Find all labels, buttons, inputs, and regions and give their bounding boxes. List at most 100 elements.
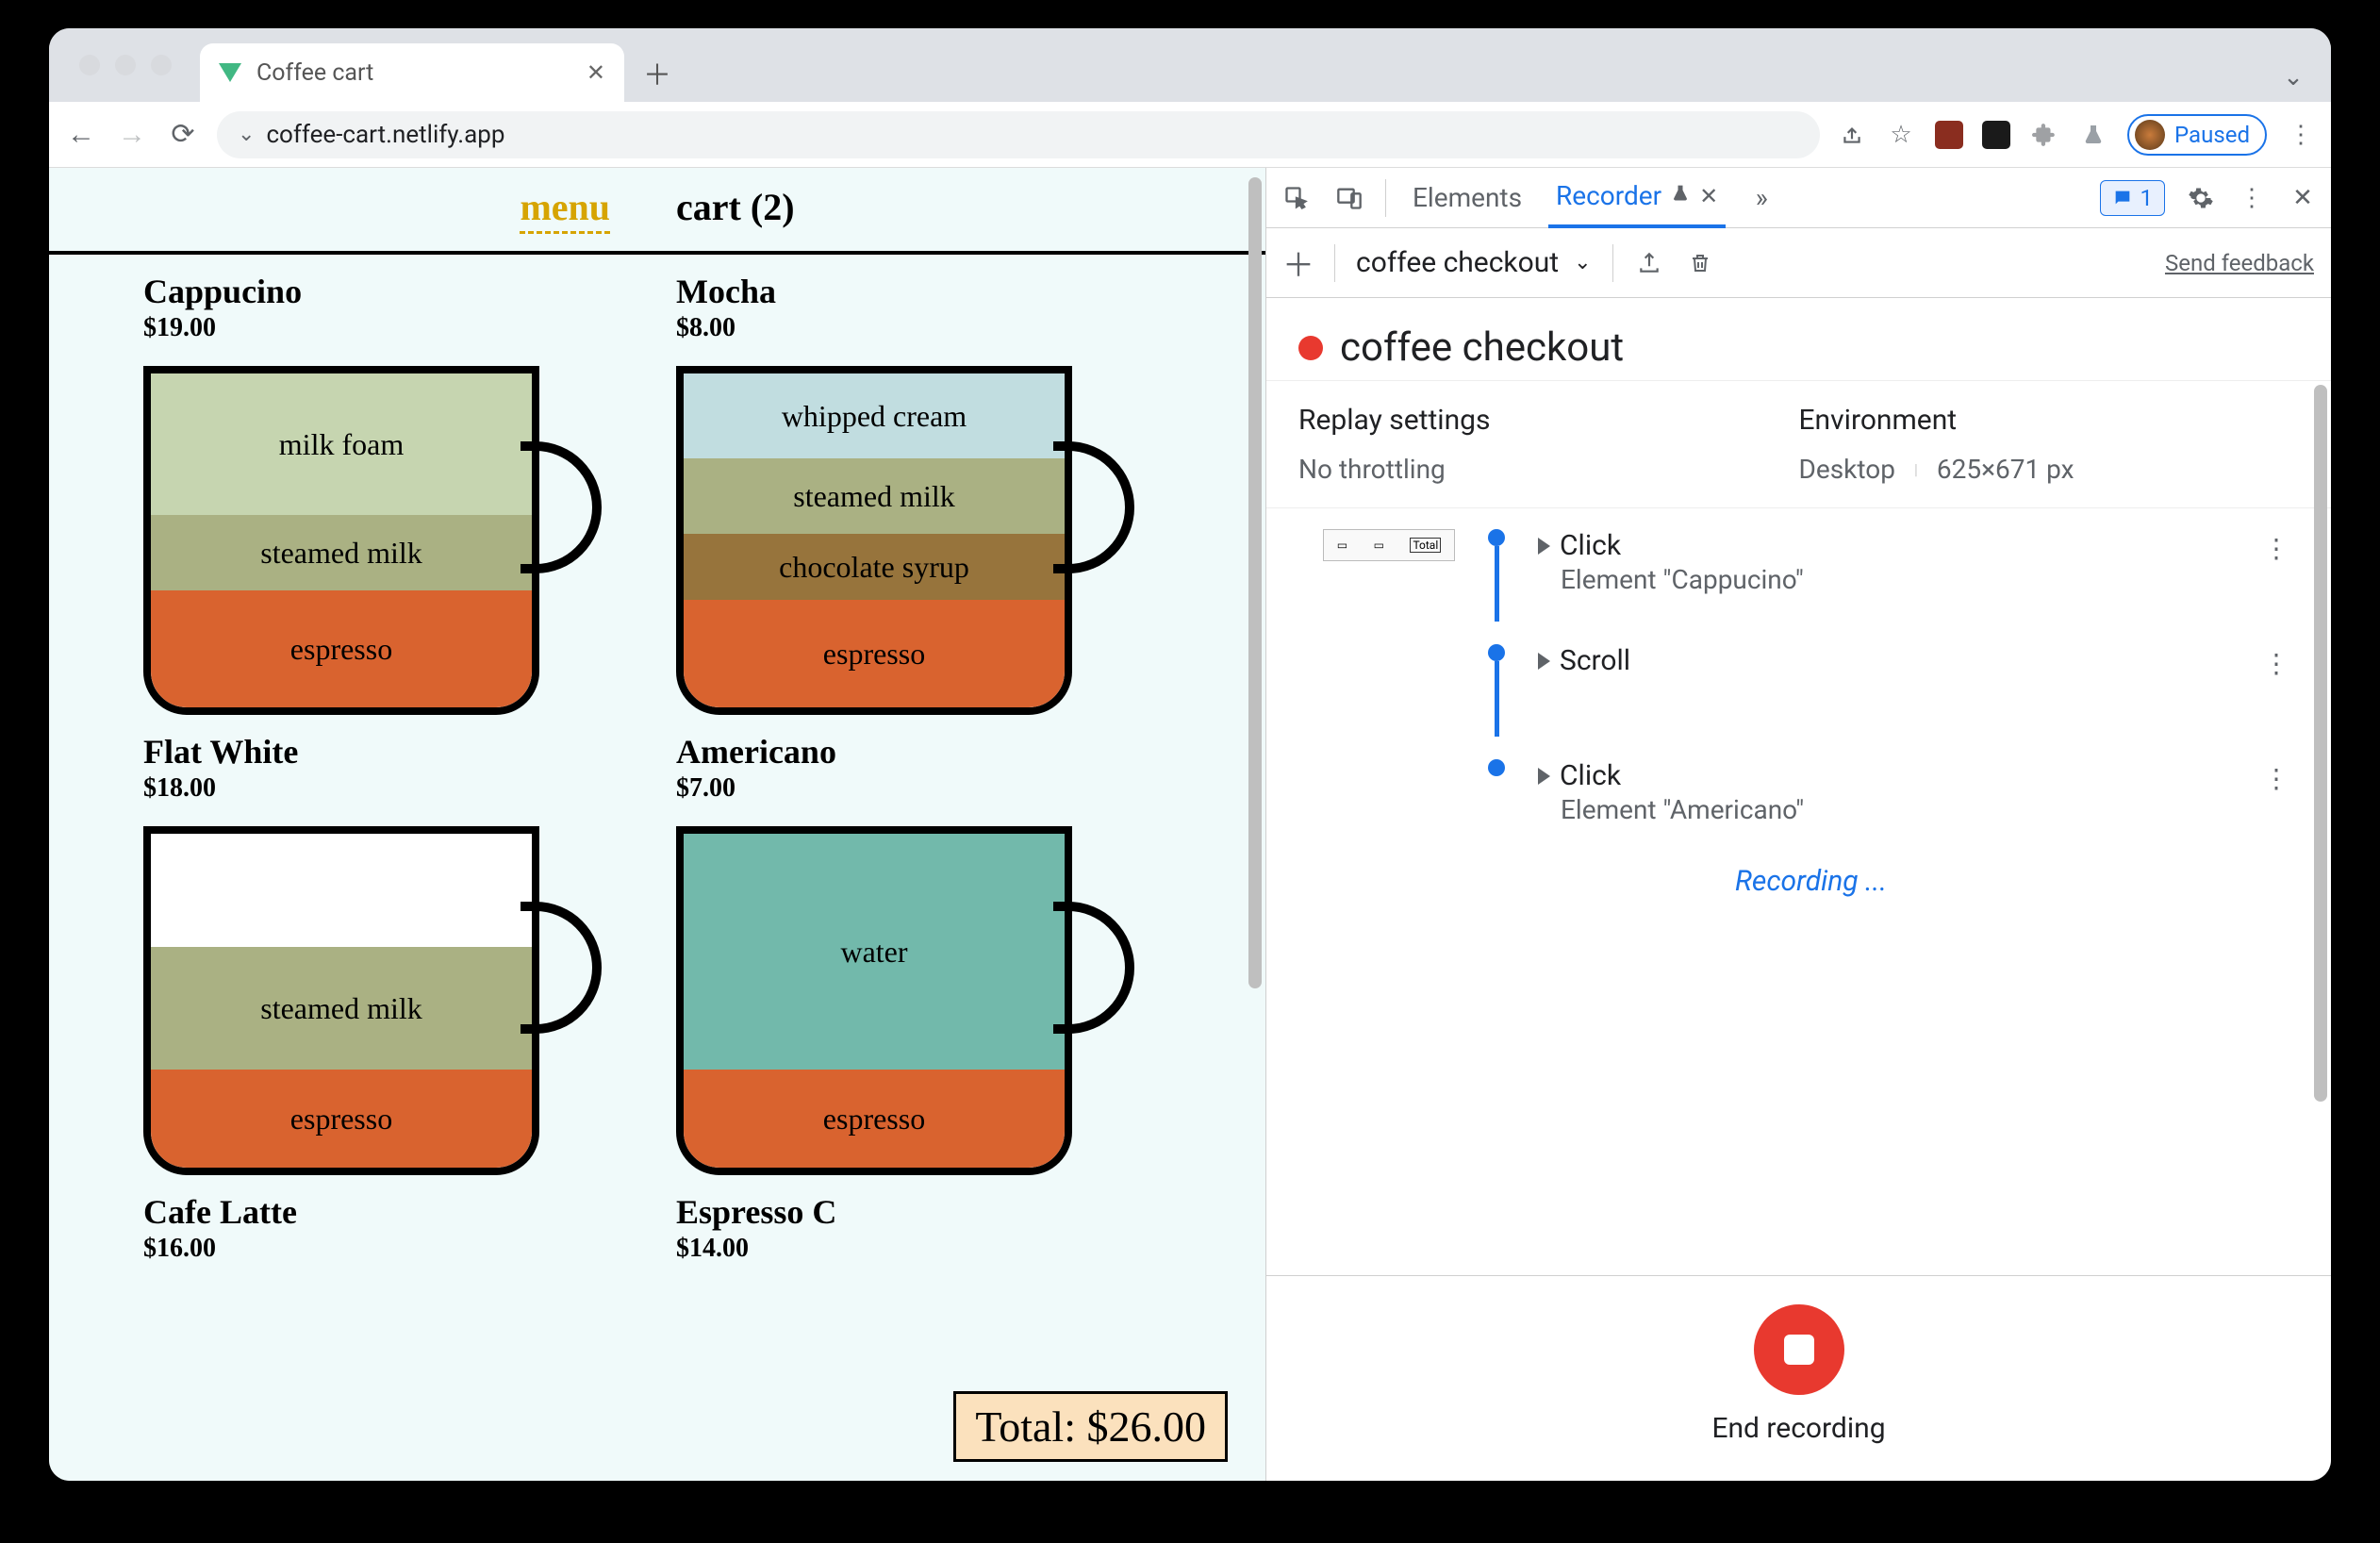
- devtools-scrollbar[interactable]: [2310, 234, 2327, 1462]
- chevron-down-icon[interactable]: ⌄: [2278, 62, 2308, 92]
- step-row[interactable]: Scroll ⋮: [1323, 633, 2299, 748]
- step-row[interactable]: Click Element "Americano" ⋮: [1323, 748, 2299, 837]
- tab-recorder[interactable]: Recorder ✕: [1548, 167, 1726, 228]
- back-button[interactable]: ←: [64, 118, 98, 152]
- product-price: $14.00: [676, 1234, 1171, 1264]
- product-card: Americano $7.00 waterespresso: [676, 732, 1171, 1175]
- address-bar[interactable]: ⌄ coffee-cart.netlify.app: [217, 111, 1820, 158]
- recording-selector[interactable]: coffee checkout ⌄: [1356, 246, 1592, 279]
- product-card: Espresso C $14.00: [676, 1192, 1171, 1277]
- chevron-down-icon: ⌄: [1574, 251, 1591, 274]
- kebab-menu-icon[interactable]: ⋮: [2286, 120, 2316, 150]
- product-name: Mocha: [676, 272, 1171, 311]
- minimize-window-icon[interactable]: [115, 55, 136, 75]
- step-row[interactable]: ▭▭Total Click Element "Cappucino" ⋮: [1323, 518, 2299, 633]
- bookmark-icon[interactable]: ☆: [1886, 120, 1916, 150]
- product-price: $7.00: [676, 773, 1171, 804]
- new-tab-button[interactable]: ＋: [634, 49, 681, 96]
- product-grid: Cappucino $19.00 milk foamsteamed milkes…: [49, 255, 1265, 1277]
- send-feedback-link[interactable]: Send feedback: [2165, 250, 2314, 276]
- recording-header: coffee checkout: [1266, 298, 2331, 381]
- cup-graphic[interactable]: waterespresso: [676, 817, 1129, 1175]
- cup-layer: water: [684, 834, 1065, 1070]
- settings-icon[interactable]: [2186, 183, 2216, 213]
- cup-layer: [151, 834, 532, 947]
- product-card: Cafe Latte $16.00: [143, 1192, 638, 1277]
- page-nav: menu cart (2): [49, 168, 1265, 255]
- close-tab-icon[interactable]: ✕: [587, 59, 605, 86]
- devtools-menu-icon[interactable]: ⋮: [2237, 183, 2267, 213]
- recording-status: Recording ...: [1323, 837, 2299, 936]
- device-toggle-icon[interactable]: [1332, 181, 1366, 215]
- product-price: $16.00: [143, 1234, 638, 1264]
- end-recording-button[interactable]: [1754, 1304, 1844, 1395]
- product-name: Cappucino: [143, 272, 638, 311]
- messages-badge[interactable]: 1: [2100, 180, 2166, 216]
- more-tabs-icon[interactable]: »: [1744, 181, 1778, 215]
- close-devtools-icon[interactable]: ✕: [2288, 183, 2318, 213]
- tab-elements[interactable]: Elements: [1405, 169, 1529, 226]
- export-icon[interactable]: [1634, 248, 1664, 278]
- nav-cart-link[interactable]: cart (2): [676, 185, 794, 234]
- cup-layer: espresso: [684, 600, 1065, 707]
- cup-layer: steamed milk: [684, 458, 1065, 534]
- step-menu-icon[interactable]: ⋮: [2254, 644, 2299, 683]
- add-recording-icon[interactable]: ＋: [1283, 248, 1314, 278]
- environment-settings[interactable]: Environment Desktop | 625×671 px: [1799, 404, 2300, 485]
- replay-settings[interactable]: Replay settings No throttling: [1298, 404, 1799, 485]
- product-price: $8.00: [676, 313, 1171, 343]
- extension-icon-2[interactable]: [1982, 121, 2010, 149]
- total-text: Total: $26.00: [975, 1402, 1206, 1451]
- steps-list: ▭▭Total Click Element "Cappucino" ⋮ Scro…: [1266, 508, 2331, 1275]
- vue-icon: [219, 63, 241, 82]
- product-price: $18.00: [143, 773, 638, 804]
- browser-tab[interactable]: Coffee cart ✕: [200, 43, 624, 102]
- environment-dimensions: 625×671 px: [1937, 454, 2074, 485]
- cup-graphic[interactable]: milk foamsteamed milkespresso: [143, 357, 596, 715]
- cup-layer: espresso: [684, 1070, 1065, 1168]
- page-scrollbar[interactable]: [1245, 168, 1262, 1481]
- labs-icon[interactable]: [2078, 120, 2108, 150]
- recording-name: coffee checkout: [1340, 324, 1624, 371]
- extensions-icon[interactable]: [2029, 120, 2059, 150]
- expand-caret-icon[interactable]: [1538, 653, 1550, 670]
- product-card: Mocha $8.00 whipped creamsteamed milkcho…: [676, 272, 1171, 715]
- environment-device: Desktop: [1799, 454, 1895, 485]
- product-price: $19.00: [143, 313, 638, 343]
- product-name: Flat White: [143, 732, 638, 772]
- cup-graphic[interactable]: steamed milkespresso: [143, 817, 596, 1175]
- timeline-bullet-icon: [1488, 529, 1505, 546]
- devtools-scrollbar-thumb[interactable]: [2314, 385, 2327, 1102]
- close-window-icon[interactable]: [79, 55, 100, 75]
- content-area: menu cart (2) Cappucino $19.00 milk foam…: [49, 168, 2331, 1481]
- profile-paused-chip[interactable]: Paused: [2127, 114, 2267, 156]
- timeline-bullet-icon: [1488, 644, 1505, 661]
- forward-button[interactable]: →: [115, 118, 149, 152]
- step-type: Scroll: [1560, 644, 1630, 677]
- expand-caret-icon[interactable]: [1538, 768, 1550, 785]
- share-icon[interactable]: [1837, 120, 1867, 150]
- inspect-icon[interactable]: [1280, 181, 1314, 215]
- messages-count: 1: [2140, 185, 2154, 211]
- page-viewport: menu cart (2) Cappucino $19.00 milk foam…: [49, 168, 1265, 1481]
- nav-menu-link[interactable]: menu: [520, 185, 610, 234]
- cup-layer: chocolate syrup: [684, 534, 1065, 600]
- page-scrollbar-thumb[interactable]: [1248, 177, 1262, 988]
- product-name: Americano: [676, 732, 1171, 772]
- product-name: Espresso C: [676, 1192, 1171, 1232]
- total-chip[interactable]: Total: $26.00: [953, 1391, 1228, 1462]
- end-recording-label: End recording: [1711, 1412, 1885, 1445]
- site-info-icon[interactable]: ⌄: [238, 123, 255, 146]
- step-menu-icon[interactable]: ⋮: [2254, 529, 2299, 568]
- cup-layer: steamed milk: [151, 515, 532, 590]
- cup-graphic[interactable]: whipped creamsteamed milkchocolate syrup…: [676, 357, 1129, 715]
- step-menu-icon[interactable]: ⋮: [2254, 759, 2299, 798]
- extension-icon-1[interactable]: [1935, 121, 1963, 149]
- maximize-window-icon[interactable]: [151, 55, 172, 75]
- avatar: [2135, 120, 2165, 150]
- expand-caret-icon[interactable]: [1538, 538, 1550, 555]
- delete-icon[interactable]: [1685, 248, 1715, 278]
- reload-button[interactable]: ⟳: [166, 118, 200, 152]
- close-panel-icon[interactable]: ✕: [1699, 183, 1718, 209]
- url-text: coffee-cart.netlify.app: [266, 121, 504, 149]
